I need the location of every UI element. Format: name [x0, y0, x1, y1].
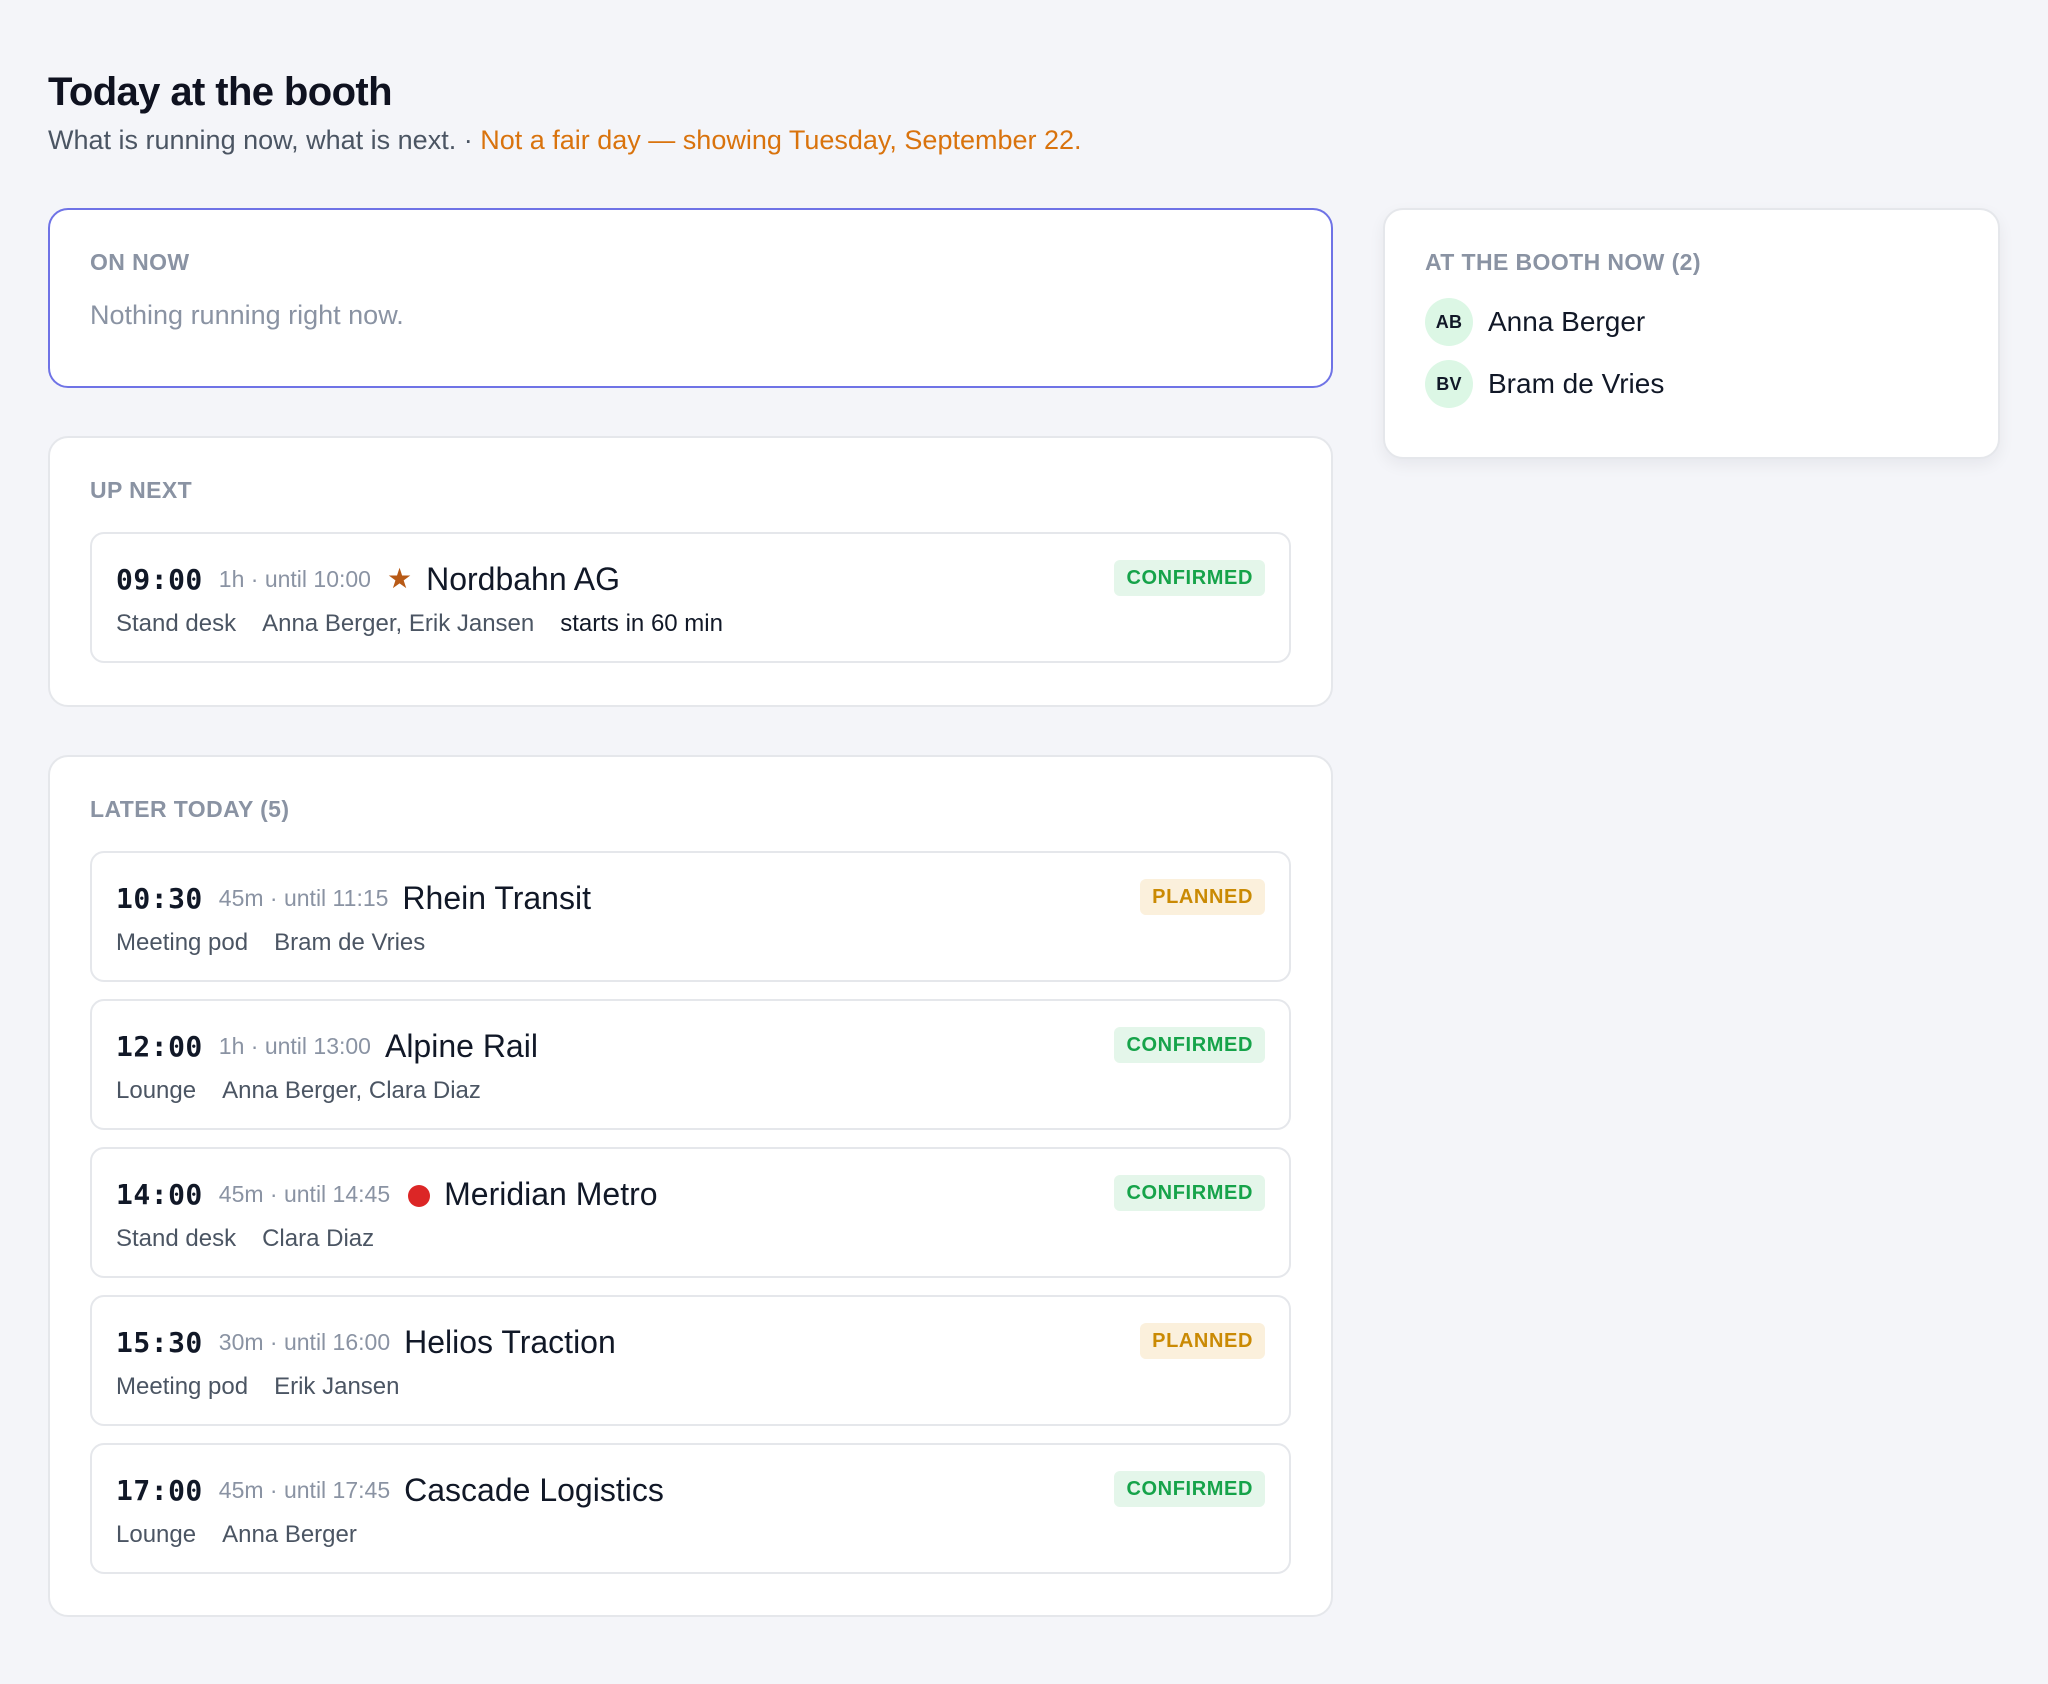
- appointment-people: Anna Berger, Erik Jansen: [262, 610, 535, 637]
- appointment-location: Stand desk: [116, 1225, 237, 1252]
- later-today-list: 10:30 45m · until 11:15 Rhein Transit PL…: [90, 851, 1291, 1574]
- appointment-header: 17:00 45m · until 17:45 Cascade Logistic…: [116, 1469, 1265, 1511]
- appointment-details: Stand desk Clara Diaz: [116, 1223, 1265, 1255]
- red-dot-icon: [408, 1185, 431, 1207]
- appointment-header: 10:30 45m · until 11:15 Rhein Transit: [116, 877, 1265, 919]
- appointment-location: Stand desk: [116, 610, 237, 637]
- subtitle-text: What is running now, what is next.: [48, 125, 457, 155]
- page-title: Today at the booth: [48, 70, 393, 114]
- schedule-column: ON NOW Nothing running right now. UP NEX…: [48, 208, 1333, 1617]
- appointment-duration: 1h · until 10:00: [218, 565, 371, 592]
- booth-column: AT THE BOOTH NOW (2) AB Anna Berger BV B…: [1383, 208, 2000, 459]
- appointment-time: 14:00: [116, 1177, 203, 1211]
- up-next-card: UP NEXT 09:00 1h · until 10:00 ★ Nordbah…: [48, 436, 1333, 707]
- avatar: BV: [1425, 360, 1473, 408]
- booth-now-card: AT THE BOOTH NOW (2) AB Anna Berger BV B…: [1383, 208, 2000, 459]
- booth-person[interactable]: BV Bram de Vries: [1425, 360, 1958, 408]
- appointment-duration: 45m · until 17:45: [218, 1476, 391, 1503]
- avatar: AB: [1425, 298, 1473, 346]
- appointment-location: Meeting pod: [116, 1373, 249, 1400]
- appointment-header: 14:00 45m · until 14:45 Meridian Metro: [116, 1173, 1265, 1215]
- star-icon: ★: [386, 563, 413, 594]
- appointment-item[interactable]: 09:00 1h · until 10:00 ★ Nordbahn AG CON…: [90, 532, 1291, 663]
- appointment-item[interactable]: 17:00 45m · until 17:45 Cascade Logistic…: [90, 1443, 1291, 1574]
- appointment-duration: 45m · until 14:45: [218, 1180, 391, 1207]
- appointment-item[interactable]: 10:30 45m · until 11:15 Rhein Transit PL…: [90, 851, 1291, 982]
- appointment-location: Lounge: [116, 1521, 197, 1548]
- later-today-card: LATER TODAY (5) 10:30 45m · until 11:15 …: [48, 755, 1333, 1617]
- on-now-empty-text: Nothing running right now.: [90, 300, 404, 330]
- appointment-people: Anna Berger, Clara Diaz: [222, 1077, 481, 1104]
- person-name: Anna Berger: [1488, 306, 1646, 337]
- appointment-details: Lounge Anna Berger: [116, 1519, 1265, 1551]
- later-today-label: LATER TODAY (5): [90, 796, 290, 822]
- appointment-header: 09:00 1h · until 10:00 ★ Nordbahn AG: [116, 558, 1265, 600]
- up-next-label: UP NEXT: [90, 477, 193, 503]
- appointment-item[interactable]: 12:00 1h · until 13:00 Alpine Rail CONFI…: [90, 999, 1291, 1130]
- appointment-company: Alpine Rail: [384, 1027, 538, 1064]
- on-now-card: ON NOW Nothing running right now.: [48, 208, 1333, 388]
- appointment-countdown: starts in 60 min: [560, 610, 723, 637]
- appointment-company: Helios Traction: [404, 1323, 616, 1360]
- status-badge: PLANNED: [1140, 879, 1265, 915]
- appointment-details: Lounge Anna Berger, Clara Diaz: [116, 1075, 1265, 1107]
- appointment-location: Lounge: [116, 1077, 197, 1104]
- appointment-company: Rhein Transit: [402, 879, 591, 916]
- appointment-time: 10:30: [116, 881, 203, 915]
- appointment-time: 09:00: [116, 562, 203, 596]
- appointment-time: 15:30: [116, 1325, 203, 1359]
- appointment-people: Anna Berger: [222, 1521, 357, 1548]
- appointment-duration: 45m · until 11:15: [218, 884, 389, 911]
- person-name: Bram de Vries: [1488, 368, 1665, 399]
- status-badge: CONFIRMED: [1114, 1175, 1265, 1211]
- appointment-company: Nordbahn AG: [426, 560, 620, 597]
- appointment-header: 15:30 30m · until 16:00 Helios Traction: [116, 1321, 1265, 1363]
- appointment-time: 17:00: [116, 1473, 203, 1507]
- appointment-details: Meeting pod Bram de Vries: [116, 927, 1265, 959]
- appointment-details: Meeting pod Erik Jansen: [116, 1371, 1265, 1403]
- page-subtitle: What is running now, what is next. · Not…: [48, 122, 2000, 158]
- appointment-people: Bram de Vries: [274, 929, 426, 956]
- booth-now-label: AT THE BOOTH NOW (2): [1425, 249, 1701, 275]
- appointment-duration: 30m · until 16:00: [218, 1328, 391, 1355]
- appointment-item[interactable]: 14:00 45m · until 14:45 Meridian Metro C…: [90, 1147, 1291, 1278]
- date-notice: Not a fair day — showing Tuesday, Septem…: [480, 125, 1082, 155]
- on-now-label: ON NOW: [90, 249, 190, 275]
- appointment-header: 12:00 1h · until 13:00 Alpine Rail: [116, 1025, 1265, 1067]
- status-badge: PLANNED: [1140, 1323, 1265, 1359]
- appointment-details: Stand desk Anna Berger, Erik Jansen star…: [116, 608, 1265, 640]
- appointment-duration: 1h · until 13:00: [218, 1032, 371, 1059]
- appointment-company: Cascade Logistics: [404, 1471, 664, 1508]
- booth-person[interactable]: AB Anna Berger: [1425, 298, 1958, 346]
- appointment-people: Clara Diaz: [262, 1225, 375, 1252]
- appointment-location: Meeting pod: [116, 929, 249, 956]
- status-badge: CONFIRMED: [1114, 560, 1265, 596]
- appointment-item[interactable]: 15:30 30m · until 16:00 Helios Traction …: [90, 1295, 1291, 1426]
- status-badge: CONFIRMED: [1114, 1471, 1265, 1507]
- page: Today at the booth What is running now, …: [48, 64, 2000, 1617]
- appointment-company: Meridian Metro: [444, 1175, 658, 1212]
- appointment-people: Erik Jansen: [274, 1373, 400, 1400]
- appointment-time: 12:00: [116, 1029, 203, 1063]
- status-badge: CONFIRMED: [1114, 1027, 1265, 1063]
- subtitle-separator: ·: [456, 125, 481, 155]
